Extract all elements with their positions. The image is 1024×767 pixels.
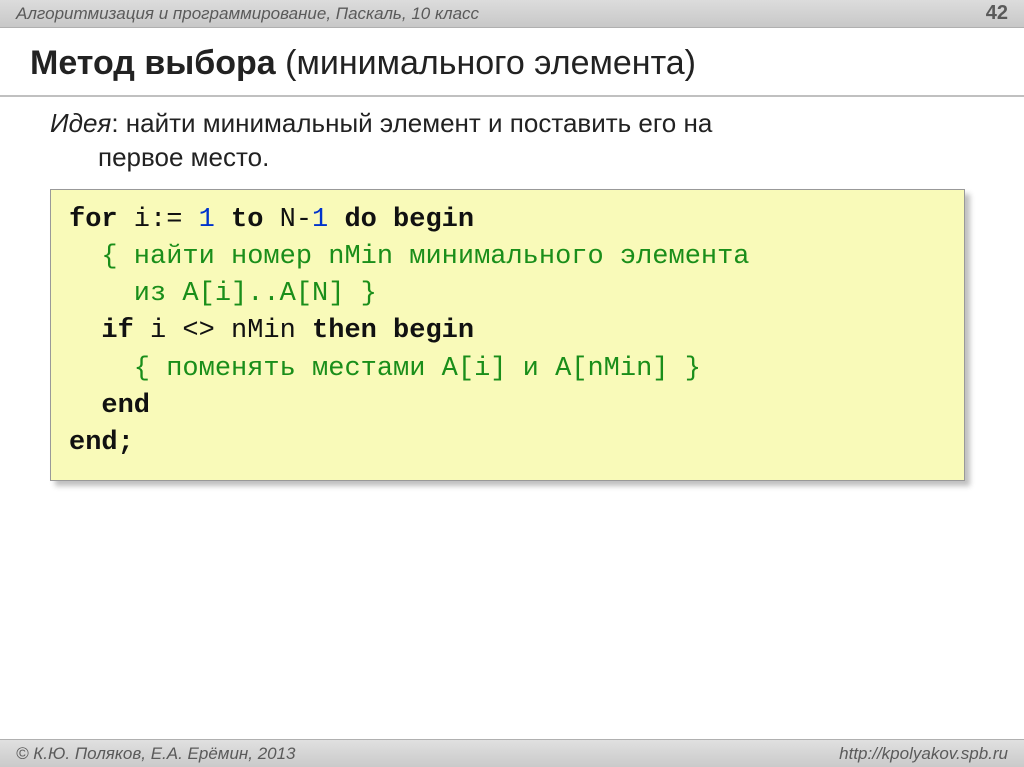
- kw-do-begin: do begin: [328, 205, 474, 235]
- title-block: Метод выбора (минимального элемента): [0, 28, 1024, 97]
- content-area: Идея: найти минимальный элемент и постав…: [0, 97, 1024, 481]
- comment-line2: из A[i]..A[N] }: [69, 279, 377, 309]
- comment-line1: { найти номер nMin минимального элемента: [69, 242, 750, 272]
- kw-end1: end: [69, 391, 150, 421]
- idea-label: Идея: [50, 108, 111, 138]
- num-1a: 1: [199, 205, 215, 235]
- title-rest: (минимального элемента): [276, 44, 696, 82]
- copyright: © К.Ю. Поляков, Е.А. Ерёмин, 2013: [16, 744, 296, 764]
- footer-bar: © К.Ю. Поляков, Е.А. Ерёмин, 2013 http:/…: [0, 739, 1024, 767]
- header-bar: Алгоритмизация и программирование, Паска…: [0, 0, 1024, 28]
- kw-then-begin: then begin: [312, 316, 474, 346]
- title-bold: Метод выбора: [30, 44, 276, 82]
- course-label: Алгоритмизация и программирование, Паска…: [16, 4, 479, 24]
- code-t1: i:=: [118, 205, 199, 235]
- slide-title: Метод выбора (минимального элемента): [30, 44, 994, 83]
- kw-to: to: [215, 205, 264, 235]
- kw-for: for: [69, 205, 118, 235]
- code-t3: i <> nMin: [134, 316, 312, 346]
- comment-line3: { поменять местами A[i] и A[nMin] }: [69, 354, 701, 384]
- code-box: for i:= 1 to N-1 do begin { найти номер …: [50, 189, 965, 482]
- num-1b: 1: [312, 205, 328, 235]
- code-t2: N-: [263, 205, 312, 235]
- idea-line1: : найти минимальный элемент и поставить …: [111, 108, 712, 138]
- idea-text: Идея: найти минимальный элемент и постав…: [50, 107, 984, 175]
- footer-url: http://kpolyakov.spb.ru: [839, 744, 1008, 764]
- page-number: 42: [986, 2, 1008, 25]
- kw-if: if: [69, 316, 134, 346]
- kw-end2: end;: [69, 428, 134, 458]
- idea-line2: первое место.: [50, 141, 984, 175]
